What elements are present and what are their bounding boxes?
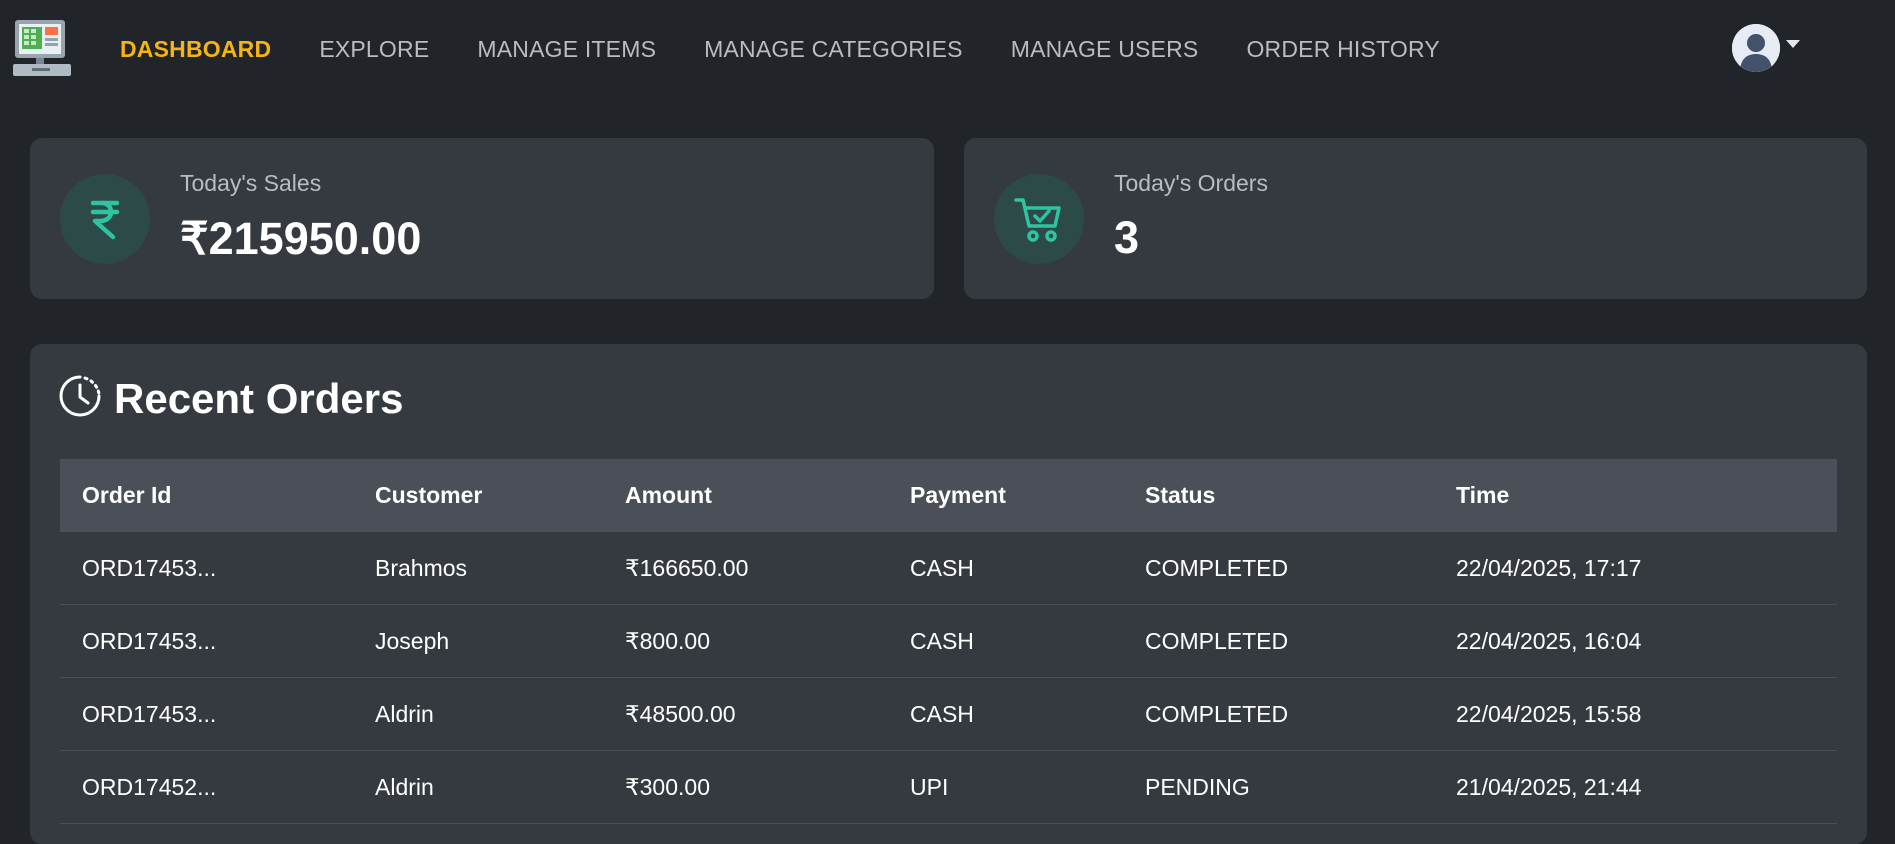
cart-check-icon — [994, 174, 1084, 264]
cell-customer: Aldrin — [353, 750, 603, 824]
sales-value: ₹215950.00 — [180, 213, 422, 264]
cell-payment: CASH — [888, 677, 1123, 751]
cell-customer: Joseph — [353, 604, 603, 678]
nav-manage-categories[interactable]: MANAGE CATEGORIES — [704, 36, 963, 63]
cell-customer: Aldrin — [353, 677, 603, 751]
nav-manage-items[interactable]: MANAGE ITEMS — [477, 36, 656, 63]
recent-orders-table: Order Id Customer Amount Payment Status … — [60, 459, 1837, 824]
cell-order-id: ORD17453... — [60, 604, 353, 678]
cell-amount: ₹166650.00 — [603, 532, 888, 605]
nav-explore[interactable]: EXPLORE — [319, 36, 429, 63]
profile-dropdown[interactable] — [1732, 24, 1800, 72]
nav-dashboard[interactable]: DASHBOARD — [120, 36, 271, 63]
table-row[interactable]: ORD17453... Brahmos ₹166650.00 CASH COMP… — [60, 532, 1837, 605]
cell-status: COMPLETED — [1123, 532, 1434, 605]
table-row[interactable]: ORD17452... Aldrin ₹300.00 UPI PENDING 2… — [60, 750, 1837, 824]
user-avatar-icon — [1732, 24, 1780, 72]
sales-label: Today's Sales — [180, 170, 322, 196]
col-payment: Payment — [888, 459, 1123, 532]
cell-status: PENDING — [1123, 750, 1434, 824]
rupee-icon — [60, 174, 150, 264]
cell-amount: ₹48500.00 — [603, 677, 888, 751]
nav-manage-users[interactable]: MANAGE USERS — [1011, 36, 1199, 63]
cell-amount: ₹300.00 — [603, 750, 888, 824]
nav-links: DASHBOARD EXPLORE MANAGE ITEMS MANAGE CA… — [120, 0, 1488, 98]
table-header-row: Order Id Customer Amount Payment Status … — [60, 459, 1837, 532]
cell-amount: ₹800.00 — [603, 604, 888, 678]
col-customer: Customer — [353, 459, 603, 532]
recent-orders-title: Recent Orders — [114, 374, 404, 422]
cell-order-id: ORD17452... — [60, 750, 353, 824]
cell-order-id: ORD17453... — [60, 677, 353, 751]
orders-value: 3 — [1114, 212, 1140, 263]
nav-order-history[interactable]: ORDER HISTORY — [1246, 36, 1439, 63]
pos-terminal-logo[interactable] — [12, 18, 72, 78]
clock-history-icon — [58, 374, 102, 423]
recent-orders-panel: Recent Orders Order Id Customer Amount P… — [30, 344, 1867, 844]
cell-status: COMPLETED — [1123, 677, 1434, 751]
col-order-id: Order Id — [60, 459, 353, 532]
cell-time: 22/04/2025, 15:58 — [1434, 677, 1837, 751]
cell-payment: CASH — [888, 532, 1123, 605]
todays-sales-card: Today's Sales ₹215950.00 — [30, 138, 934, 299]
cell-status: COMPLETED — [1123, 604, 1434, 678]
table-row[interactable]: ORD17453... Joseph ₹800.00 CASH COMPLETE… — [60, 604, 1837, 678]
cell-customer: Brahmos — [353, 532, 603, 605]
table-row[interactable]: ORD17453... Aldrin ₹48500.00 CASH COMPLE… — [60, 677, 1837, 751]
col-time: Time — [1434, 459, 1837, 532]
cell-payment: UPI — [888, 750, 1123, 824]
chevron-down-icon — [1786, 40, 1800, 48]
cell-order-id: ORD17453... — [60, 532, 353, 605]
cell-time: 22/04/2025, 17:17 — [1434, 532, 1837, 605]
orders-label: Today's Orders — [1114, 170, 1268, 196]
cell-payment: CASH — [888, 604, 1123, 678]
recent-orders-header: Recent Orders — [58, 374, 403, 423]
navbar: DASHBOARD EXPLORE MANAGE ITEMS MANAGE CA… — [0, 0, 1895, 98]
cell-time: 21/04/2025, 21:44 — [1434, 750, 1837, 824]
col-amount: Amount — [603, 459, 888, 532]
cell-time: 22/04/2025, 16:04 — [1434, 604, 1837, 678]
col-status: Status — [1123, 459, 1434, 532]
todays-orders-card: Today's Orders 3 — [964, 138, 1867, 299]
